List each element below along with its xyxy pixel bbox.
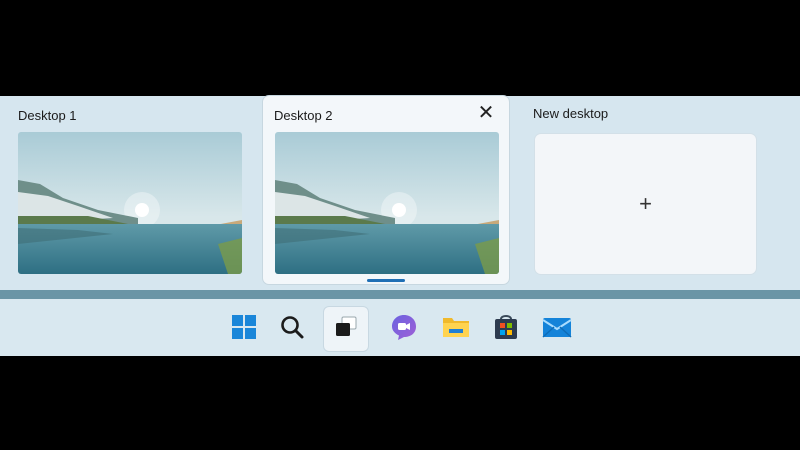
file-explorer-icon[interactable] xyxy=(440,311,472,343)
new-desktop-button[interactable]: + xyxy=(535,134,756,274)
microsoft-store-icon[interactable] xyxy=(490,311,522,343)
desktop-1-thumbnail[interactable] xyxy=(18,132,242,274)
teams-chat-icon[interactable] xyxy=(388,311,420,343)
windows-start-icon[interactable] xyxy=(228,311,260,343)
desktop-2-thumbnail[interactable] xyxy=(275,132,499,274)
search-icon[interactable] xyxy=(276,311,308,343)
desktop-2-title: Desktop 2 xyxy=(274,108,333,123)
new-desktop-title: New desktop xyxy=(533,106,609,121)
panel-divider xyxy=(0,290,800,299)
desktop-2-card[interactable]: Desktop 2 ✕ xyxy=(263,96,509,284)
desktop-1-title: Desktop 1 xyxy=(18,108,77,123)
plus-icon: + xyxy=(639,191,652,216)
task-view-icon[interactable] xyxy=(330,311,362,343)
active-desktop-indicator xyxy=(367,279,405,282)
close-desktop-button[interactable]: ✕ xyxy=(475,102,497,124)
mail-icon[interactable] xyxy=(541,311,573,343)
desktop-1-card[interactable]: Desktop 1 xyxy=(14,96,260,284)
